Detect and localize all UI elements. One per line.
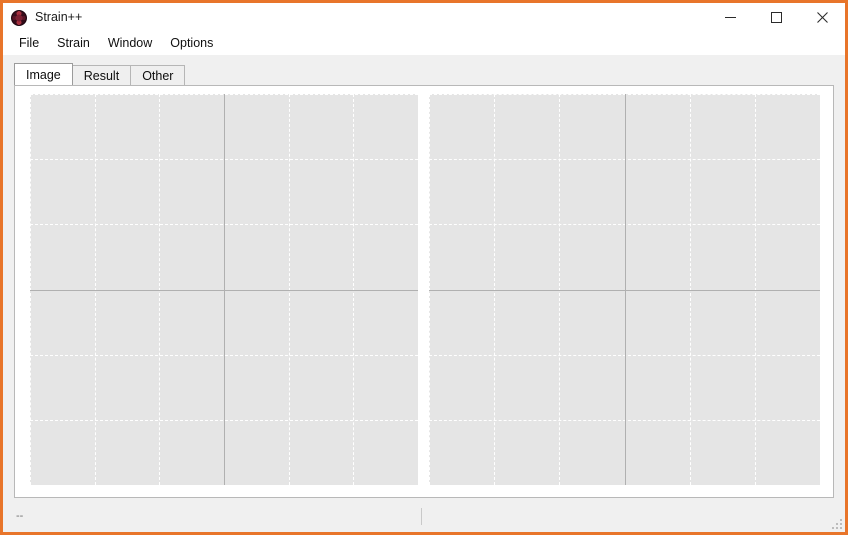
menu-item-options[interactable]: Options — [161, 34, 222, 54]
maximize-button[interactable] — [753, 3, 799, 32]
gridline-horizontal — [30, 419, 418, 421]
title-bar: Strain++ — [3, 3, 845, 32]
gridline-horizontal — [429, 354, 820, 356]
gridline-horizontal — [429, 224, 820, 226]
axis-line-vertical — [624, 94, 626, 485]
gridline-vertical — [754, 94, 756, 485]
gridline-vertical — [30, 94, 31, 485]
gridline-horizontal — [429, 419, 820, 421]
window-controls — [707, 3, 845, 32]
status-separator — [421, 508, 422, 525]
gridline-vertical — [494, 94, 496, 485]
maximize-icon — [770, 12, 782, 23]
gridline-horizontal — [429, 94, 820, 95]
gridline-vertical — [159, 94, 161, 485]
menu-item-window[interactable]: Window — [99, 34, 161, 54]
gridline-horizontal — [30, 354, 418, 356]
axis-line-horizontal — [429, 289, 820, 291]
resize-grip[interactable] — [829, 516, 842, 529]
gridline-vertical — [353, 94, 355, 485]
client-area: Image Result Other -- — [3, 55, 845, 532]
menu-item-strain[interactable]: Strain — [48, 34, 99, 54]
gridline-horizontal — [30, 224, 418, 226]
tab-other[interactable]: Other — [130, 65, 186, 85]
gridline-horizontal — [30, 159, 418, 161]
plot-divider — [418, 94, 429, 485]
minimize-button[interactable] — [707, 3, 753, 32]
tab-image[interactable]: Image — [14, 63, 73, 85]
axis-line-horizontal — [30, 289, 418, 291]
gridline-vertical — [429, 94, 430, 485]
plot-container — [15, 86, 833, 497]
plot-grid-right — [429, 94, 820, 485]
image-plot-right[interactable] — [429, 94, 820, 485]
status-bar: -- — [3, 501, 845, 532]
close-icon — [816, 12, 828, 23]
window-title: Strain++ — [35, 10, 83, 25]
menu-bar: File Strain Window Options — [3, 32, 845, 55]
axis-line-vertical — [224, 94, 225, 485]
tab-strip: Image Result Other — [14, 63, 845, 85]
plot-grid-left — [30, 94, 418, 485]
gridline-vertical — [689, 94, 691, 485]
gridline-vertical — [559, 94, 561, 485]
gridline-horizontal — [30, 94, 418, 95]
image-plot-left[interactable] — [30, 94, 418, 485]
gridline-vertical — [288, 94, 290, 485]
menu-item-file[interactable]: File — [10, 34, 48, 54]
gridline-vertical — [94, 94, 96, 485]
tab-result[interactable]: Result — [71, 65, 132, 85]
gridline-horizontal — [429, 159, 820, 161]
tab-page-image — [14, 85, 834, 498]
status-message: -- — [16, 510, 24, 522]
app-logo-icon — [11, 9, 27, 26]
close-button[interactable] — [799, 3, 845, 32]
minimize-icon — [724, 17, 736, 18]
application-window: Strain++ File Strain Window Options Imag… — [0, 0, 848, 535]
